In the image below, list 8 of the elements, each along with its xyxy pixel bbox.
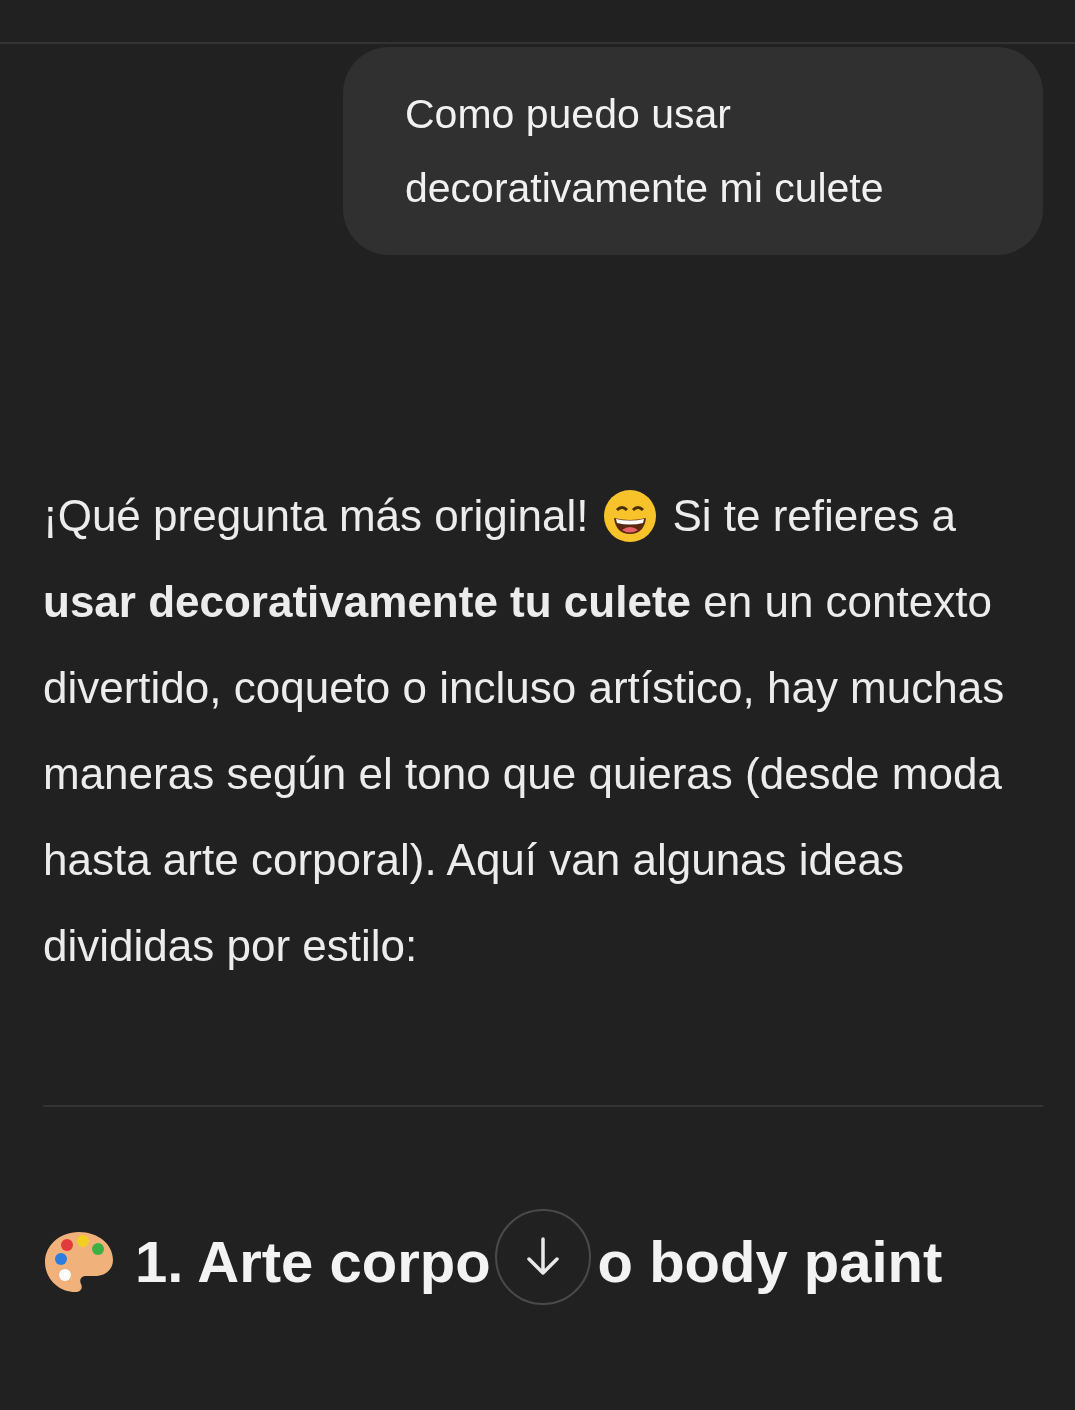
palette-icon <box>43 1229 115 1295</box>
heading-text: 1. Arte corpo <box>135 1228 491 1296</box>
smiley-icon <box>602 488 659 544</box>
reply-intro-text: ¡Qué pregunta más original! <box>43 490 589 542</box>
reply-text: Si te refieres a <box>672 490 957 542</box>
reply-text: usar decorativamente tu culete en un contexto divertido, coqueto o incluso artístico, hay muchas maneras según el tono que quieras (desde moda hasta arte corporal). Aquí van algunas ideas divididas por estilo: <box>43 576 1006 972</box>
heading-text: o body paint <box>597 1228 943 1296</box>
message-bubble: Como puedo usar decorativamente mi culete <box>343 47 1043 255</box>
